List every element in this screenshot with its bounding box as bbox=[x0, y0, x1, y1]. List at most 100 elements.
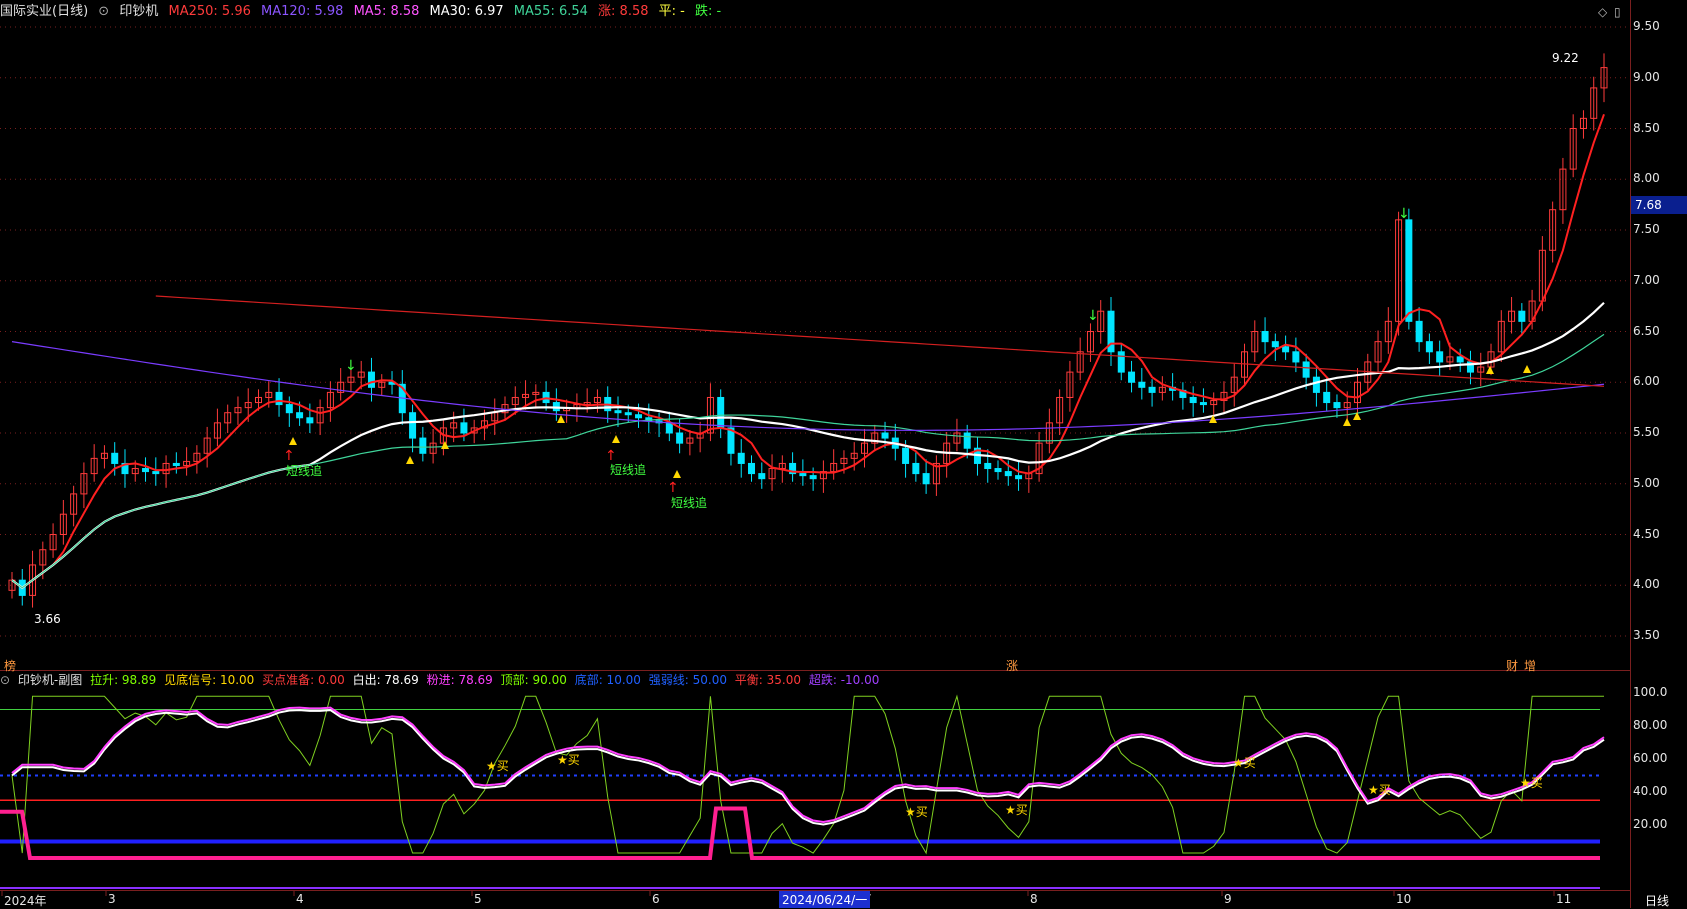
panel-toggle-icon[interactable]: ▯ bbox=[1614, 5, 1621, 19]
price-tick-label: 4.00 bbox=[1633, 577, 1660, 592]
candle-body bbox=[902, 447, 910, 464]
price-tick-label: 6.50 bbox=[1633, 323, 1660, 338]
buy-label-1: ★买 bbox=[486, 759, 509, 773]
sub-tick-label: 20.00 bbox=[1633, 817, 1668, 831]
pingheng-value: 平衡: 35.00 bbox=[734, 673, 802, 687]
candle-body bbox=[419, 437, 427, 454]
buy-triangle bbox=[673, 470, 681, 478]
candle-body bbox=[809, 475, 817, 480]
indicator-name[interactable]: 印钞机 bbox=[119, 4, 158, 19]
candle-body bbox=[172, 462, 180, 466]
price-tick-label: 4.50 bbox=[1633, 526, 1660, 541]
mark-bang: 榜 bbox=[4, 659, 17, 673]
time-tick-label: 3 bbox=[108, 892, 116, 906]
buy-label-4: ★买 bbox=[1005, 803, 1028, 817]
price-tick-label: 3.50 bbox=[1633, 628, 1660, 642]
candle-body bbox=[635, 414, 643, 419]
candle-body bbox=[881, 432, 889, 439]
price-tick-label: 5.50 bbox=[1633, 425, 1660, 439]
time-tick-label: 5 bbox=[474, 892, 482, 906]
buy-triangle bbox=[1343, 418, 1351, 426]
lasheng-value: 拉升: 98.89 bbox=[90, 673, 157, 687]
buy-label-2: ★买 bbox=[557, 753, 580, 767]
candle-body bbox=[748, 462, 756, 475]
candle-body bbox=[1425, 341, 1433, 353]
sub-tick-label: 100.0 bbox=[1633, 685, 1668, 699]
buy-label-5: ★买 bbox=[1233, 756, 1256, 770]
candle-body bbox=[1323, 391, 1331, 404]
kline-chart[interactable]: ↓↓↓↑ ↑↑ bbox=[0, 0, 1630, 908]
current-price-tag: 7.68 bbox=[1631, 196, 1687, 214]
candle-body bbox=[1128, 371, 1136, 383]
buy-triangle bbox=[406, 456, 414, 464]
down-arrow: ↓ bbox=[1398, 206, 1410, 222]
diamond-icon[interactable]: ◇ bbox=[1598, 5, 1607, 19]
chart-stage[interactable]: ↓ ↓ ↓ ↑ ↑ ↑ bbox=[0, 0, 1687, 908]
candle-body bbox=[963, 432, 971, 449]
ping-value: 平: - bbox=[658, 4, 685, 19]
jiandi-value: 见底信号: 10.00 bbox=[164, 673, 255, 687]
period-label[interactable]: 日线 bbox=[1645, 892, 1669, 909]
candle-body bbox=[1312, 376, 1320, 393]
candle-body bbox=[1261, 331, 1269, 343]
stock-title: 国际实业(日线) bbox=[0, 4, 89, 19]
candle-body bbox=[152, 471, 160, 475]
candle-body bbox=[296, 412, 304, 419]
sub-toggle-icon[interactable]: ⊙ bbox=[0, 673, 10, 687]
candle-body bbox=[1518, 310, 1526, 322]
high-price-label: 9.22 bbox=[1552, 51, 1579, 65]
candle-body bbox=[614, 410, 622, 414]
candle-body bbox=[1292, 351, 1300, 363]
candle-body bbox=[367, 371, 375, 388]
candle-body bbox=[1015, 475, 1023, 480]
time-tick-label: 2024年 bbox=[4, 894, 47, 908]
candle-body bbox=[1148, 386, 1156, 393]
price-tick-label: 9.00 bbox=[1633, 69, 1660, 84]
candle-body bbox=[1333, 402, 1341, 409]
chaodie-value: 超跌: -10.00 bbox=[808, 673, 880, 687]
buy-label-7: ★买 bbox=[1520, 776, 1543, 790]
sub-tick-label: 40.00 bbox=[1633, 784, 1668, 798]
candle-body bbox=[799, 473, 807, 477]
signal-label-3: 短线追 bbox=[671, 496, 708, 510]
buy-triangle bbox=[557, 415, 565, 423]
maidian-value: 买点准备: 0.00 bbox=[262, 673, 345, 687]
fenjin-line bbox=[11, 706, 1605, 824]
buy-triangle bbox=[441, 441, 449, 449]
candle-body bbox=[984, 462, 992, 470]
candle-body bbox=[460, 422, 468, 434]
ma30-value: MA30: 6.97 bbox=[429, 4, 504, 19]
sub-chart-header: ⊙ 印钞机-副图 拉升: 98.89 见底信号: 10.00 买点准备: 0.0… bbox=[0, 671, 1600, 689]
dingbu-value: 顶部: 90.00 bbox=[500, 673, 567, 687]
candle-body bbox=[1302, 361, 1310, 378]
price-tick-label: 7.50 bbox=[1633, 222, 1660, 236]
mark-cai: 财 bbox=[1506, 659, 1519, 673]
ma55-value: MA55: 6.54 bbox=[513, 4, 588, 19]
candle-body bbox=[1189, 396, 1197, 404]
indicator-toggle-icon[interactable]: ⊙ bbox=[98, 4, 109, 19]
buy-triangle bbox=[1523, 365, 1531, 373]
down-arrow: ↓ bbox=[1087, 308, 1099, 324]
ma120-line bbox=[11, 341, 1605, 431]
candle-body bbox=[922, 473, 930, 485]
time-axis[interactable]: 2024年34567891011 2024/06/24/一 bbox=[0, 890, 1630, 909]
candle-body bbox=[1004, 471, 1012, 477]
time-tick-label: 9 bbox=[1224, 892, 1232, 906]
candle-body bbox=[1415, 320, 1423, 343]
ma5-line bbox=[11, 113, 1605, 590]
baichu-line bbox=[11, 709, 1605, 826]
candle-body bbox=[717, 396, 725, 429]
candle-body bbox=[1117, 351, 1125, 373]
sub-tick-label: 80.00 bbox=[1633, 718, 1668, 732]
down-arrow: ↓ bbox=[345, 358, 357, 374]
mark-zeng: 增 bbox=[1524, 659, 1537, 673]
main-chart-header: 国际实业(日线) ⊙ 印钞机 MA250: 5.96 MA120: 5.98 M… bbox=[0, 0, 1600, 24]
sub-title[interactable]: 印钞机-副图 bbox=[18, 673, 82, 687]
signal-label-1: 短线追 bbox=[286, 464, 323, 478]
candle-body bbox=[1436, 351, 1444, 363]
time-tick-label: 11 bbox=[1556, 892, 1572, 906]
candle-body bbox=[758, 473, 766, 480]
mark-zhang: 涨 bbox=[1006, 659, 1019, 673]
price-axis[interactable] bbox=[1630, 0, 1687, 908]
baichu-value: 白出: 78.69 bbox=[352, 673, 419, 687]
